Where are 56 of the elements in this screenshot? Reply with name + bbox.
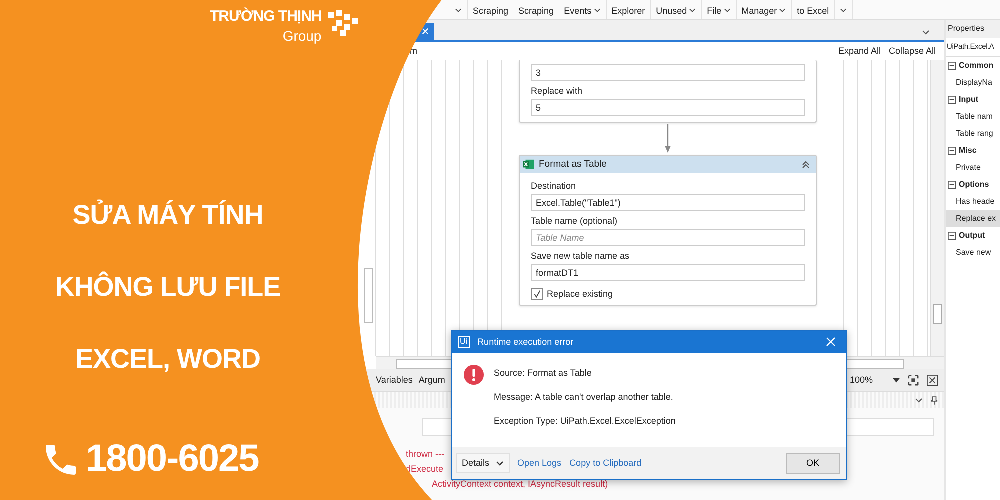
link[interactable]: Copy to Clipboard <box>570 458 642 468</box>
field-label: Destination <box>531 181 578 191</box>
group-name: Common <box>959 61 994 70</box>
property-row[interactable]: Table nam <box>946 108 1000 125</box>
property-row[interactable]: DisplayNa <box>946 74 1000 91</box>
field-label: Replace with <box>531 86 584 96</box>
log-line: ActivityContext context, IAsyncResult result) <box>432 479 608 489</box>
ribbon-button[interactable]: Explorer <box>606 0 652 19</box>
group-name: Options <box>959 180 990 189</box>
field-label: Save new table name as <box>531 251 631 261</box>
company-logo: TRƯỜNG THỊNH Group <box>210 8 358 44</box>
header-link[interactable]: Expand All <box>838 46 881 56</box>
group-name: Output <box>959 231 986 240</box>
property-row[interactable]: Private <box>946 159 1000 176</box>
header-link[interactable]: Collapse All <box>888 46 936 56</box>
headline-text: SỬA MÁY TÍNH <box>72 198 264 232</box>
error-message: Message: A table can't overlap another table. <box>494 392 674 402</box>
headline-text: EXCEL, WORD <box>75 343 260 376</box>
app-logo: Ui <box>458 336 470 348</box>
activity-title: Format as Table <box>539 159 607 170</box>
zoom-dropdown[interactable]: 100% <box>850 375 900 385</box>
property-row[interactable]: Save new <box>946 244 1000 261</box>
group-name: Misc <box>959 146 977 155</box>
details-dropdown[interactable]: Details <box>456 453 510 473</box>
input-field[interactable]: Table Name <box>531 229 805 246</box>
checkbox-label: Replace existing <box>547 289 614 299</box>
ribbon-button[interactable]: File <box>702 0 737 19</box>
panel-tab[interactable]: Argum <box>418 375 446 385</box>
property-row[interactable]: Table rang <box>946 125 1000 142</box>
log-line: thrown --- <box>406 449 445 459</box>
input-field[interactable]: Excel.Table("Table1") <box>531 194 805 211</box>
property-row[interactable]: Has heade <box>946 193 1000 210</box>
ribbon-button[interactable]: Unused <box>651 0 702 19</box>
activity-header[interactable]: Format as Table <box>520 156 816 173</box>
link[interactable]: Open Logs <box>518 458 562 468</box>
log-line: dExecute <box>406 464 444 474</box>
phone-number: 1800-6025 <box>86 438 259 481</box>
group-name: Input <box>959 95 979 104</box>
ribbon-button[interactable]: Scraping <box>468 0 514 19</box>
ribbon-button[interactable]: Scraping <box>514 0 560 19</box>
panel-tab[interactable]: Variables <box>376 375 413 385</box>
ribbon-button[interactable]: to Excel <box>792 0 836 19</box>
field-label: Table name (optional) <box>531 216 619 226</box>
input-field[interactable]: 3 <box>531 64 805 81</box>
breadcrumb-text: m <box>410 46 418 56</box>
input-field[interactable]: 5 <box>531 99 805 116</box>
ok-button[interactable]: OK <box>786 452 840 474</box>
property-row[interactable]: Replace ex <box>946 210 1000 227</box>
ribbon-button[interactable]: Manager <box>736 0 792 19</box>
panel-title[interactable]: Properties <box>946 20 1000 38</box>
input-field[interactable]: formatDT1 <box>531 264 805 281</box>
error-message: Source: Format as Table <box>494 368 593 378</box>
headline-text: KHÔNG LƯU FILE <box>55 270 281 304</box>
ribbon-button[interactable]: Events <box>559 0 607 19</box>
error-message: Exception Type: UiPath.Excel.ExcelException <box>494 416 676 426</box>
dialog-title: Runtime execution error <box>478 337 574 347</box>
